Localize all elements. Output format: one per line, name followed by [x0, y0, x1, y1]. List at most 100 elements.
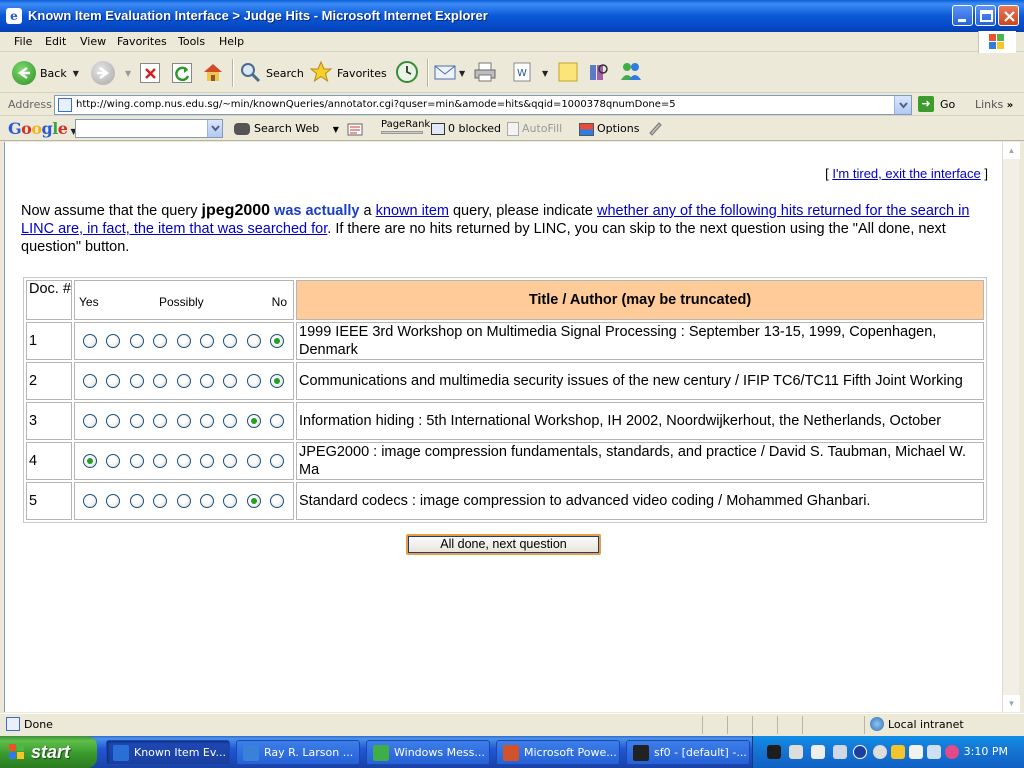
relevance-radio-3[interactable] — [129, 414, 144, 428]
tray-pen-icon[interactable] — [767, 745, 781, 759]
discuss-button[interactable] — [556, 59, 580, 87]
google-search-web-button[interactable]: Search Web ▼ — [234, 122, 339, 135]
relevance-radio-5[interactable] — [176, 494, 191, 508]
news-icon[interactable] — [347, 121, 363, 140]
address-dropdown-icon[interactable] — [894, 96, 911, 114]
highlight-pen-icon[interactable] — [647, 120, 663, 139]
relevance-radio-1[interactable] — [83, 374, 97, 388]
favorites-button[interactable]: Favorites — [309, 59, 387, 87]
scroll-down-icon[interactable]: ▼ — [1003, 695, 1020, 712]
refresh-button[interactable] — [172, 59, 192, 87]
tray-shield-icon[interactable] — [891, 745, 905, 759]
tray-users-icon[interactable] — [909, 745, 923, 759]
tray-tool-icon[interactable] — [811, 745, 825, 759]
messenger-button[interactable] — [618, 59, 644, 87]
close-button[interactable] — [998, 5, 1019, 26]
tray-messenger-icon[interactable] — [873, 745, 887, 759]
relevance-radio-6[interactable] — [199, 414, 214, 428]
history-button[interactable] — [394, 59, 420, 87]
relevance-radio-2[interactable] — [106, 334, 121, 348]
back-button[interactable]: Back ▼ — [12, 59, 79, 87]
relevance-radio-4[interactable] — [153, 374, 168, 388]
mail-button[interactable]: ▼ — [433, 59, 465, 87]
tray-audio-icon[interactable] — [945, 745, 959, 759]
menu-tools[interactable]: Tools — [178, 35, 205, 48]
taskbar-task[interactable]: Known Item Ev... — [106, 740, 230, 765]
relevance-radio-7[interactable] — [223, 454, 238, 468]
relevance-radio-7[interactable] — [223, 414, 238, 428]
relevance-radio-4[interactable] — [153, 414, 168, 428]
menu-edit[interactable]: Edit — [45, 35, 66, 48]
back-dropdown-icon[interactable]: ▼ — [73, 69, 79, 78]
relevance-radio-5[interactable] — [176, 334, 191, 348]
relevance-radio-4[interactable] — [153, 334, 168, 348]
tray-speaker-icon[interactable] — [927, 745, 941, 759]
start-button[interactable]: start — [0, 736, 97, 768]
google-options-button[interactable]: Options — [579, 122, 639, 136]
links-label[interactable]: Links » — [975, 98, 1013, 111]
research-button[interactable] — [586, 59, 610, 87]
relevance-radio-8[interactable] — [246, 414, 261, 428]
tray-chevron-icon[interactable] — [853, 745, 867, 759]
known-item-link[interactable]: known item — [376, 203, 449, 219]
relevance-radio-8[interactable] — [246, 334, 261, 348]
relevance-radio-2[interactable] — [106, 494, 121, 508]
relevance-radio-6[interactable] — [199, 374, 214, 388]
relevance-radio-9[interactable] — [270, 454, 284, 468]
relevance-radio-6[interactable] — [199, 494, 214, 508]
relevance-radio-5[interactable] — [176, 414, 191, 428]
go-button[interactable]: ➜ Go — [918, 96, 955, 112]
relevance-radio-1[interactable] — [83, 494, 97, 508]
stop-button[interactable] — [140, 59, 160, 87]
google-search-dropdown-icon[interactable] — [207, 120, 222, 137]
relevance-radio-5[interactable] — [176, 454, 191, 468]
taskbar-task[interactable]: Windows Mess... — [366, 740, 490, 765]
relevance-radio-4[interactable] — [153, 494, 168, 508]
relevance-radio-6[interactable] — [199, 454, 214, 468]
print-button[interactable] — [473, 59, 497, 87]
relevance-radio-7[interactable] — [223, 494, 238, 508]
home-button[interactable] — [201, 59, 225, 87]
relevance-radio-9[interactable] — [270, 334, 284, 348]
autofill-button[interactable]: AutoFill — [507, 122, 562, 136]
relevance-radio-8[interactable] — [246, 374, 261, 388]
relevance-radio-1[interactable] — [83, 334, 97, 348]
relevance-radio-8[interactable] — [246, 454, 261, 468]
minimize-button[interactable] — [952, 5, 973, 26]
relevance-radio-6[interactable] — [199, 334, 214, 348]
relevance-radio-3[interactable] — [129, 374, 144, 388]
tray-monitor-icon[interactable] — [789, 745, 803, 759]
edit-dropdown-icon[interactable]: ▼ — [542, 69, 548, 78]
relevance-radio-1[interactable] — [83, 454, 97, 468]
menu-view[interactable]: View — [80, 35, 106, 48]
relevance-radio-4[interactable] — [153, 454, 168, 468]
relevance-radio-3[interactable] — [129, 454, 144, 468]
relevance-radio-7[interactable] — [223, 334, 238, 348]
relevance-radio-7[interactable] — [223, 374, 238, 388]
search-button[interactable]: Search — [238, 59, 304, 87]
relevance-radio-2[interactable] — [106, 374, 121, 388]
taskbar-task[interactable]: Ray R. Larson ... — [236, 740, 360, 765]
menu-favorites[interactable]: Favorites — [117, 35, 167, 48]
mail-dropdown-icon[interactable]: ▼ — [459, 69, 465, 78]
maximize-button[interactable] — [975, 5, 996, 26]
relevance-radio-1[interactable] — [83, 414, 97, 428]
all-done-next-question-button[interactable]: All done, next question — [406, 534, 601, 555]
tray-network-icon[interactable] — [833, 745, 847, 759]
forward-button[interactable]: ▼ — [91, 59, 131, 87]
popup-blocker-button[interactable]: 0 blocked — [431, 122, 501, 135]
relevance-radio-2[interactable] — [106, 454, 121, 468]
scroll-up-icon[interactable]: ▲ — [1003, 142, 1020, 159]
relevance-radio-9[interactable] — [270, 374, 284, 388]
vertical-scrollbar[interactable]: ▲ ▼ — [1002, 142, 1020, 712]
menu-file[interactable]: File — [14, 35, 32, 48]
relevance-radio-8[interactable] — [246, 494, 261, 508]
relevance-radio-3[interactable] — [129, 334, 144, 348]
relevance-radio-9[interactable] — [270, 494, 284, 508]
edit-word-button[interactable]: W ▼ — [510, 59, 548, 87]
forward-dropdown-icon[interactable]: ▼ — [125, 69, 131, 78]
relevance-radio-3[interactable] — [129, 494, 144, 508]
relevance-radio-2[interactable] — [106, 414, 121, 428]
exit-interface-link[interactable]: I'm tired, exit the interface — [832, 166, 980, 181]
taskbar-task[interactable]: sf0 - [default] -... — [626, 740, 750, 765]
